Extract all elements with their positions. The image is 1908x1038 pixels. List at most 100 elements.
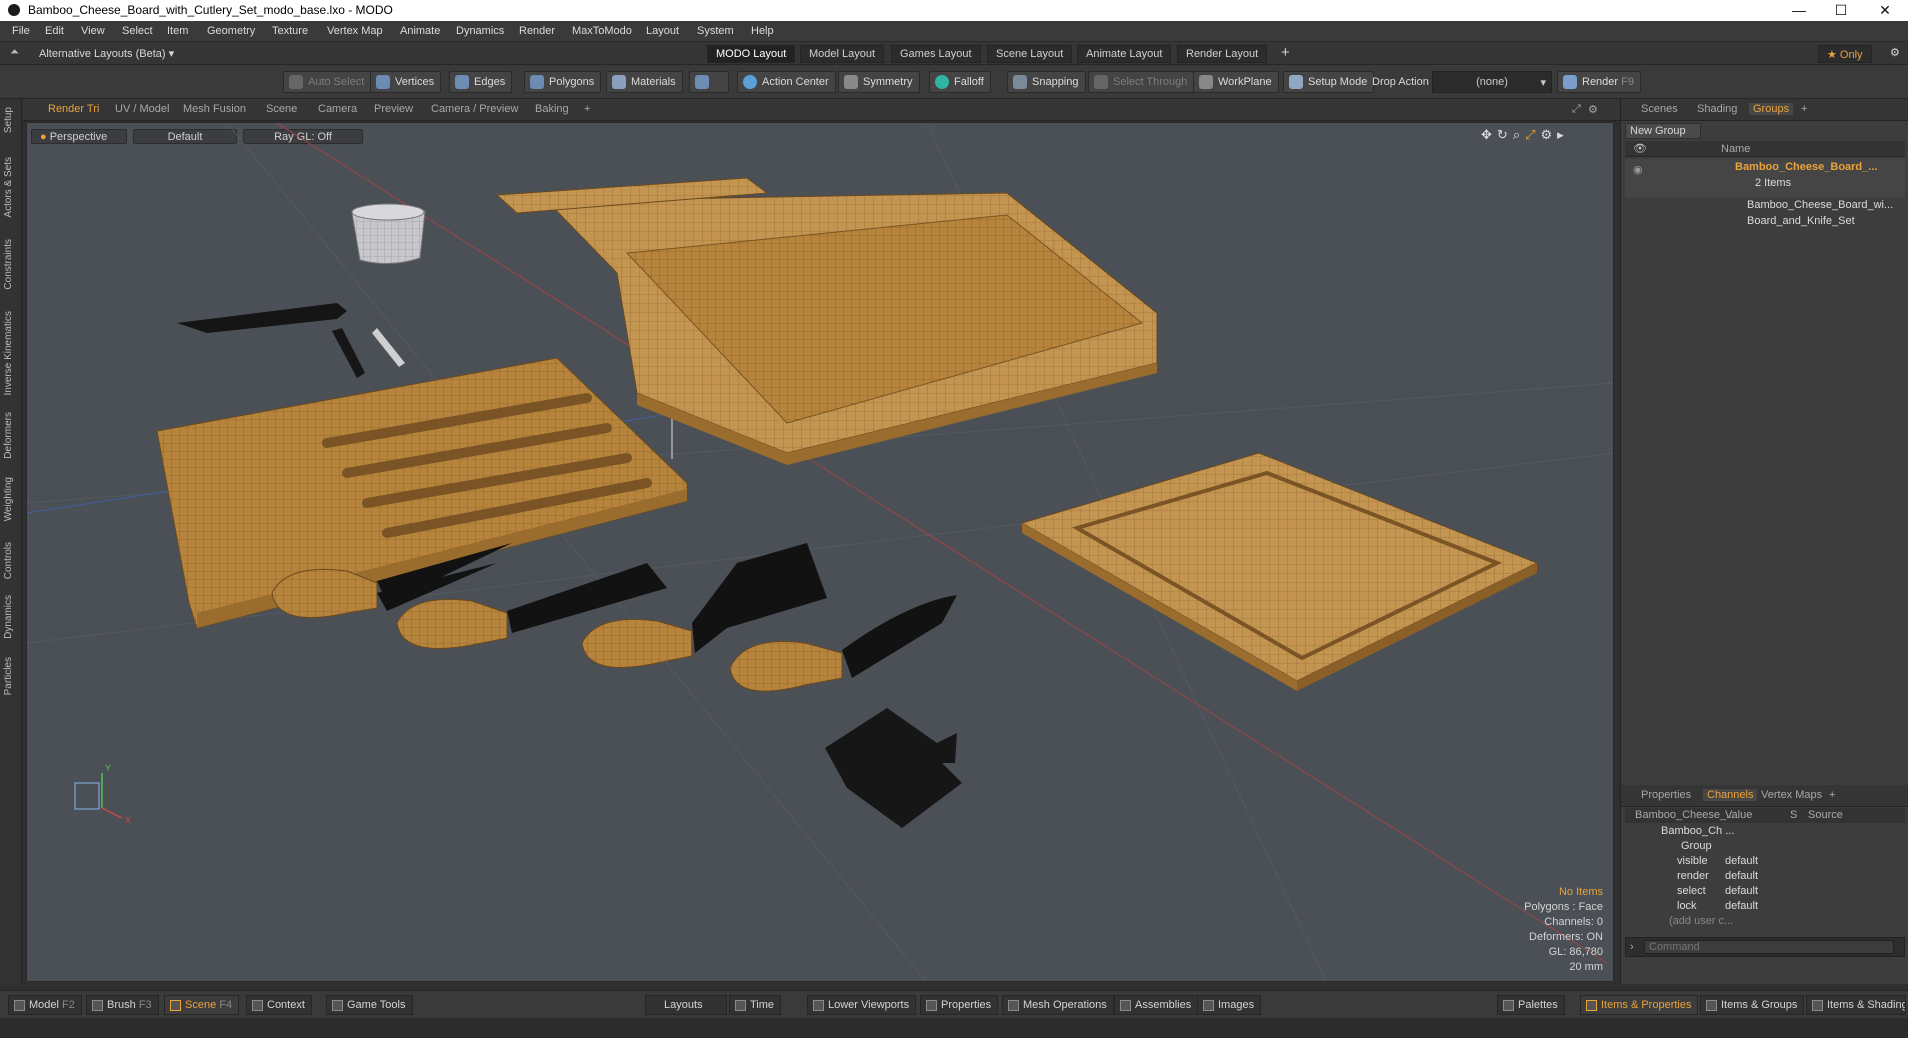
group-child-2[interactable]: Board_and_Knife_Set (1747, 215, 1855, 227)
viewport-settings-icon[interactable]: ⚙ (1588, 103, 1598, 116)
command-input[interactable] (1644, 940, 1894, 954)
add-props-tab-button[interactable]: + (1829, 789, 1835, 801)
menu-animate[interactable]: Animate (400, 25, 440, 37)
tab-particles[interactable]: Particles (3, 657, 14, 695)
properties-button[interactable]: Properties (920, 995, 999, 1015)
eye-icon[interactable]: ◉ (1633, 163, 1643, 176)
menu-system[interactable]: System (697, 25, 734, 37)
menu-maxtomodo[interactable]: MaxToModo (572, 25, 632, 37)
tab-inverse-kinematics[interactable]: Inverse Kinematics (3, 311, 14, 395)
images-button[interactable]: Images (1197, 995, 1262, 1015)
add-viewport-tab-button[interactable]: + (584, 103, 590, 115)
mesh-operations-button[interactable]: Mesh Operations (1002, 995, 1114, 1015)
channel-select-value[interactable]: default (1725, 885, 1758, 897)
menu-help[interactable]: Help (751, 25, 774, 37)
tab-shading[interactable]: Shading (1697, 103, 1737, 115)
tab-render-layout[interactable]: Render Layout (1177, 45, 1268, 63)
channel-lock-value[interactable]: default (1725, 900, 1758, 912)
layout-gear-icon[interactable]: ⚙ (1890, 46, 1900, 59)
tab-camera[interactable]: Camera (318, 103, 357, 115)
tab-scene[interactable]: Scene (266, 103, 297, 115)
game-tools-button[interactable]: Game Tools (326, 995, 413, 1015)
layouts-button[interactable]: Layouts (645, 995, 727, 1015)
tab-setup[interactable]: Setup (3, 107, 14, 133)
model-button[interactable]: Model F2 (8, 995, 82, 1015)
minimize-button[interactable]: — (1784, 2, 1814, 18)
time-button[interactable]: Time (729, 995, 782, 1015)
viewport-maximize-icon[interactable]: ⤢ (1572, 103, 1581, 116)
tab-vertex-maps[interactable]: Vertex Maps (1761, 789, 1822, 801)
tab-controls[interactable]: Controls (3, 542, 14, 579)
tab-baking[interactable]: Baking (535, 103, 569, 115)
items-groups-button[interactable]: Items & Groups (1700, 995, 1805, 1015)
vertices-button[interactable]: Vertices (370, 71, 442, 93)
tab-scenes[interactable]: Scenes (1641, 103, 1678, 115)
assemblies-button[interactable]: Assemblies (1114, 995, 1199, 1015)
tab-preview[interactable]: Preview (374, 103, 413, 115)
items-properties-button[interactable]: Items & Properties (1580, 995, 1699, 1015)
lower-viewports-button[interactable]: Lower Viewports (807, 995, 917, 1015)
group-root-row[interactable]: ◉ Bamboo_Cheese_Board_... 2 Items (1625, 159, 1905, 197)
tab-mesh-fusion[interactable]: Mesh Fusion (183, 103, 246, 115)
tab-uv-model[interactable]: UV / Model (115, 103, 169, 115)
auto-select-button[interactable]: Auto Select (283, 71, 372, 93)
menu-layout[interactable]: Layout (646, 25, 679, 37)
channels-group[interactable]: Group (1681, 840, 1712, 852)
tab-deformers[interactable]: Deformers (3, 412, 14, 459)
tab-model-layout[interactable]: Model Layout (800, 45, 885, 63)
menu-file[interactable]: File (12, 25, 30, 37)
drop-action-select[interactable]: (none) ▾ (1432, 71, 1552, 93)
menu-edit[interactable]: Edit (45, 25, 64, 37)
channels-item[interactable]: Bamboo_Ch ... (1661, 825, 1734, 837)
tab-modo-layout[interactable]: MODO Layout (707, 45, 796, 63)
workplane-button[interactable]: WorkPlane (1193, 71, 1279, 93)
component-mode-button[interactable] (689, 71, 729, 93)
maximize-button[interactable]: ☐ (1826, 2, 1856, 18)
tab-games-layout[interactable]: Games Layout (891, 45, 981, 63)
brush-button[interactable]: Brush F3 (86, 995, 159, 1015)
tab-constraints[interactable]: Constraints (3, 239, 14, 290)
alternative-layouts-dropdown[interactable]: Alternative Layouts (Beta) ▾ (39, 47, 174, 60)
menu-texture[interactable]: Texture (272, 25, 308, 37)
3d-viewport[interactable]: ● Perspective Default Ray GL: Off ✥↻⌕⤢⚙▸ (26, 122, 1614, 982)
tab-channels[interactable]: Channels (1703, 789, 1758, 801)
only-toggle[interactable]: ★ Only (1818, 45, 1872, 63)
add-user-channel[interactable]: (add user c... (1669, 915, 1733, 927)
new-group-button[interactable]: New Group (1625, 123, 1701, 139)
tab-render-tri[interactable]: Render Tri (48, 103, 99, 115)
close-button[interactable]: ✕ (1870, 2, 1900, 18)
menu-select[interactable]: Select (122, 25, 153, 37)
menu-geometry[interactable]: Geometry (207, 25, 255, 37)
select-through-button[interactable]: Select Through (1088, 71, 1195, 93)
symmetry-button[interactable]: Symmetry (838, 71, 920, 93)
menu-render[interactable]: Render (519, 25, 555, 37)
tab-camera-preview[interactable]: Camera / Preview (431, 103, 518, 115)
menu-dynamics[interactable]: Dynamics (456, 25, 504, 37)
tab-properties[interactable]: Properties (1641, 789, 1691, 801)
tab-dynamics[interactable]: Dynamics (3, 595, 14, 639)
render-button[interactable]: Render F9 (1557, 71, 1641, 93)
tab-weighting[interactable]: Weighting (3, 477, 14, 521)
menu-vertex-map[interactable]: Vertex Map (327, 25, 383, 37)
tab-animate-layout[interactable]: Animate Layout (1077, 45, 1172, 63)
add-layout-button[interactable]: + (1281, 44, 1290, 61)
materials-button[interactable]: Materials (606, 71, 683, 93)
edges-button[interactable]: Edges (449, 71, 513, 93)
scene-button[interactable]: Scene F4 (164, 995, 240, 1015)
group-child-1[interactable]: Bamboo_Cheese_Board_wi... (1747, 199, 1893, 211)
channel-visible-value[interactable]: default (1725, 855, 1758, 867)
falloff-button[interactable]: Falloff (929, 71, 991, 93)
channel-render-value[interactable]: default (1725, 870, 1758, 882)
snapping-button[interactable]: Snapping (1007, 71, 1086, 93)
add-tab-button[interactable]: + (1801, 103, 1807, 115)
menu-item[interactable]: Item (167, 25, 188, 37)
tab-actors-sets[interactable]: Actors & Sets (3, 157, 14, 218)
tab-groups[interactable]: Groups (1749, 103, 1794, 115)
palettes-button[interactable]: Palettes (1497, 995, 1565, 1015)
layout-collapse-icon[interactable]: ⏶ (10, 46, 19, 59)
menu-view[interactable]: View (81, 25, 105, 37)
setup-mode-button[interactable]: Setup Mode (1283, 71, 1375, 93)
action-center-button[interactable]: Action Center (737, 71, 836, 93)
items-shading-button[interactable]: Items & Shading (1806, 995, 1906, 1015)
tab-scene-layout[interactable]: Scene Layout (987, 45, 1073, 63)
